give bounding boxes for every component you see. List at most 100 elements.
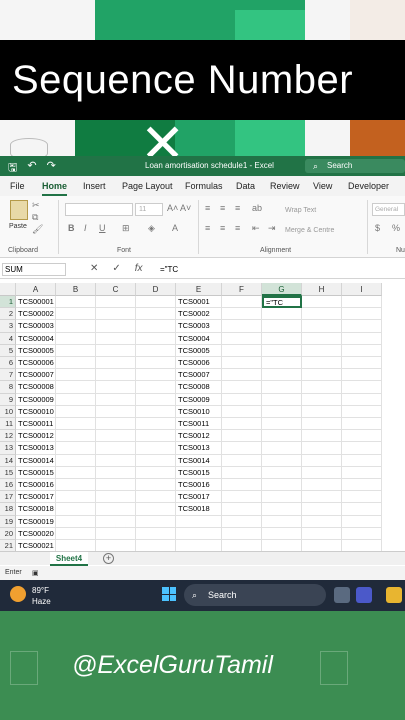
- cell-D9[interactable]: [136, 393, 176, 406]
- cell-G2[interactable]: [262, 308, 302, 321]
- column-header[interactable]: D: [136, 283, 176, 296]
- cell-I10[interactable]: [342, 405, 382, 418]
- cell-C19[interactable]: [96, 515, 136, 528]
- column-header[interactable]: G: [262, 283, 302, 296]
- cell-F18[interactable]: [222, 503, 262, 516]
- format-painter-icon[interactable]: 🖌: [32, 224, 43, 235]
- row-header[interactable]: 19: [0, 515, 16, 528]
- row-header[interactable]: 5: [0, 344, 16, 357]
- accessibility-icon[interactable]: ▣: [32, 569, 39, 577]
- cell-C13[interactable]: [96, 442, 136, 455]
- bottom-align-icon[interactable]: ≡: [235, 203, 240, 213]
- copy-icon[interactable]: ⧉: [32, 212, 38, 223]
- cell-D11[interactable]: [136, 418, 176, 431]
- cell-F6[interactable]: [222, 357, 262, 370]
- cell-A8[interactable]: TCS00008: [16, 381, 56, 394]
- cell-I5[interactable]: [342, 344, 382, 357]
- cell-I12[interactable]: [342, 430, 382, 443]
- cell-D19[interactable]: [136, 515, 176, 528]
- cell-D3[interactable]: [136, 320, 176, 333]
- cell-F3[interactable]: [222, 320, 262, 333]
- cell-F17[interactable]: [222, 491, 262, 504]
- cell-A6[interactable]: TCS00006: [16, 357, 56, 370]
- cell-B12[interactable]: [56, 430, 96, 443]
- row-header[interactable]: 12: [0, 430, 16, 443]
- cell-B17[interactable]: [56, 491, 96, 504]
- cell-B5[interactable]: [56, 344, 96, 357]
- column-header[interactable]: I: [342, 283, 382, 296]
- sheet-tab[interactable]: Sheet4: [50, 552, 88, 566]
- cell-G12[interactable]: [262, 430, 302, 443]
- font-color-icon[interactable]: A: [172, 223, 178, 233]
- cell-G4[interactable]: [262, 332, 302, 345]
- row-header[interactable]: 6: [0, 357, 16, 370]
- cell-F20[interactable]: [222, 527, 262, 540]
- cell-D14[interactable]: [136, 454, 176, 467]
- cell-C12[interactable]: [96, 430, 136, 443]
- cell-F5[interactable]: [222, 344, 262, 357]
- cell-I1[interactable]: [342, 296, 382, 309]
- cell-C14[interactable]: [96, 454, 136, 467]
- cell-E3[interactable]: TCS0003: [176, 320, 222, 333]
- cell-E15[interactable]: TCS0015: [176, 466, 222, 479]
- cell-A9[interactable]: TCS00009: [16, 393, 56, 406]
- cell-I13[interactable]: [342, 442, 382, 455]
- cell-H8[interactable]: [302, 381, 342, 394]
- cell-E16[interactable]: TCS0016: [176, 479, 222, 492]
- file-explorer-icon[interactable]: [386, 587, 402, 603]
- cell-I7[interactable]: [342, 369, 382, 382]
- cell-I16[interactable]: [342, 479, 382, 492]
- cell-H20[interactable]: [302, 527, 342, 540]
- cell-C10[interactable]: [96, 405, 136, 418]
- cell-I15[interactable]: [342, 466, 382, 479]
- cell-E1[interactable]: TCS0001: [176, 296, 222, 309]
- wrap-text-button[interactable]: Wrap Text: [285, 207, 316, 214]
- tab-insert[interactable]: Insert: [83, 181, 106, 191]
- row-header[interactable]: 8: [0, 381, 16, 394]
- cell-G7[interactable]: [262, 369, 302, 382]
- fill-color-icon[interactable]: ◈: [148, 223, 155, 234]
- cell-I11[interactable]: [342, 418, 382, 431]
- cell-G11[interactable]: [262, 418, 302, 431]
- row-header[interactable]: 11: [0, 418, 16, 431]
- cell-E20[interactable]: [176, 527, 222, 540]
- cell-G17[interactable]: [262, 491, 302, 504]
- cell-C9[interactable]: [96, 393, 136, 406]
- cell-C3[interactable]: [96, 320, 136, 333]
- cell-E5[interactable]: TCS0005: [176, 344, 222, 357]
- align-center-icon[interactable]: ≡: [220, 223, 225, 233]
- cell-B14[interactable]: [56, 454, 96, 467]
- cell-A18[interactable]: TCS00018: [16, 503, 56, 516]
- paste-label[interactable]: Paste: [9, 223, 27, 230]
- cell-H6[interactable]: [302, 357, 342, 370]
- cell-E11[interactable]: TCS0011: [176, 418, 222, 431]
- cell-D8[interactable]: [136, 381, 176, 394]
- cell-E2[interactable]: TCS0002: [176, 308, 222, 321]
- cell-C5[interactable]: [96, 344, 136, 357]
- add-sheet-button[interactable]: +: [103, 553, 114, 564]
- cell-A14[interactable]: TCS00014: [16, 454, 56, 467]
- row-header[interactable]: 18: [0, 503, 16, 516]
- cell-E17[interactable]: TCS0017: [176, 491, 222, 504]
- merge-centre-button[interactable]: Merge & Centre: [285, 227, 334, 234]
- cell-B8[interactable]: [56, 381, 96, 394]
- cell-D16[interactable]: [136, 479, 176, 492]
- column-header[interactable]: B: [56, 283, 96, 296]
- cell-C6[interactable]: [96, 357, 136, 370]
- tab-file[interactable]: File: [10, 181, 25, 191]
- cell-G3[interactable]: [262, 320, 302, 333]
- cell-A10[interactable]: TCS00010: [16, 405, 56, 418]
- cell-H17[interactable]: [302, 491, 342, 504]
- cell-B15[interactable]: [56, 466, 96, 479]
- cell-H7[interactable]: [302, 369, 342, 382]
- cell-G6[interactable]: [262, 357, 302, 370]
- cell-I20[interactable]: [342, 527, 382, 540]
- cell-H14[interactable]: [302, 454, 342, 467]
- row-header[interactable]: 20: [0, 527, 16, 540]
- cell-H4[interactable]: [302, 332, 342, 345]
- cell-E18[interactable]: TCS0018: [176, 503, 222, 516]
- cell-G16[interactable]: [262, 479, 302, 492]
- cell-D18[interactable]: [136, 503, 176, 516]
- row-header[interactable]: 17: [0, 491, 16, 504]
- tab-view[interactable]: View: [313, 181, 332, 191]
